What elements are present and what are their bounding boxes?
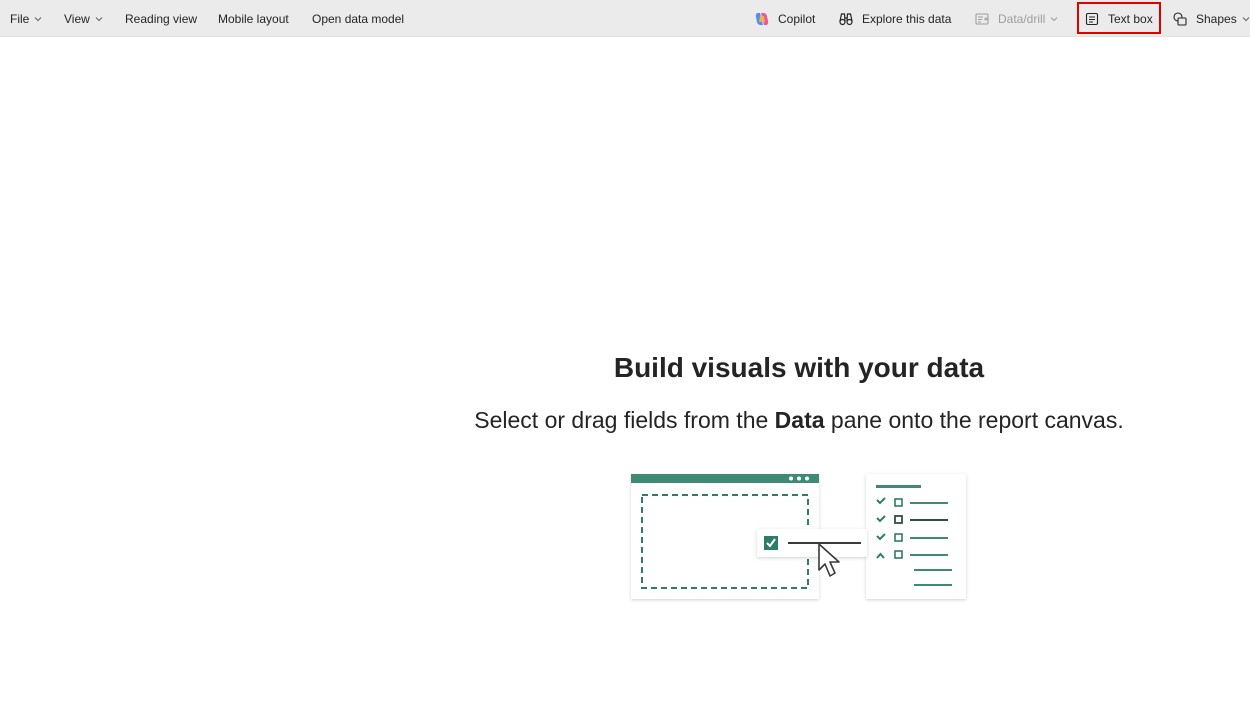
reading-view-button[interactable]: Reading view [125,0,197,37]
chevron-down-icon [34,16,42,21]
chevron-down-icon [1242,16,1250,21]
subtitle-data-word: Data [774,407,825,433]
field-list-graphic [866,474,966,599]
view-menu[interactable]: View [64,0,103,37]
copilot-button[interactable]: Copilot [754,0,815,37]
subtitle-text-start: Select or drag fields from the [474,407,775,433]
chevron-down-icon [95,16,103,21]
data-drill-icon [975,12,989,25]
chevron-down-icon [1051,16,1058,21]
ribbon-toolbar: File View Reading view Mobile layout Ope… [0,0,1250,37]
file-menu[interactable]: File [10,0,42,37]
data-drill-label: Data/drill [998,11,1046,26]
explore-data-button[interactable]: Explore this data [838,0,951,37]
shapes-icon [1173,11,1187,26]
text-box-button[interactable]: Text box [1084,0,1153,37]
shapes-label: Shapes [1196,11,1237,26]
open-data-model-label: Open data model [312,11,405,26]
subtitle-text-end: pane onto the report canvas. [824,407,1124,433]
empty-canvas-title: Build visuals with your data [613,352,985,383]
shapes-menu[interactable]: Shapes [1172,0,1250,37]
empty-canvas-subtitle: Select or drag fields from the Data pane… [399,407,1199,434]
explore-data-label: Explore this data [862,11,952,26]
copilot-label: Copilot [778,11,816,26]
view-menu-label: View [64,11,90,26]
data-drill-menu[interactable]: Data/drill [974,0,1058,37]
build-visuals-illustration [631,474,966,599]
mobile-layout-label: Mobile layout [218,11,289,26]
text-box-label: Text box [1108,11,1153,26]
reading-view-label: Reading view [125,11,198,26]
copilot-icon [755,12,769,25]
binoculars-icon [839,12,853,25]
file-menu-label: File [10,11,30,26]
text-box-icon [1085,12,1099,25]
open-data-model-button[interactable]: Open data model [312,0,404,37]
mobile-layout-button[interactable]: Mobile layout [218,0,289,37]
